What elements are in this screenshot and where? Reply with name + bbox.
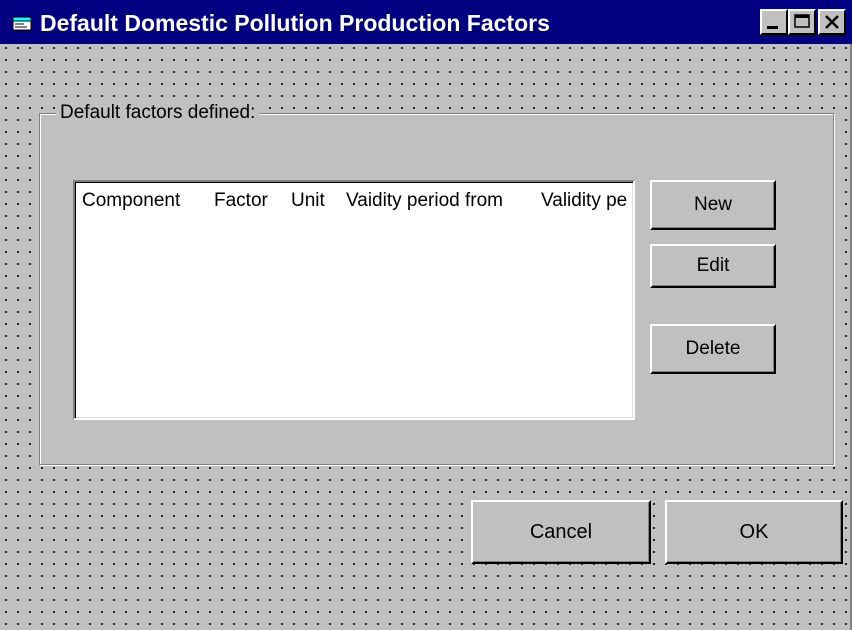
delete-button[interactable]: Delete [650, 324, 776, 374]
column-header-factor[interactable]: Factor [214, 190, 268, 212]
ok-button[interactable]: OK [665, 500, 843, 564]
dialog-window: Default Domestic Pollution Production Fa… [0, 0, 852, 630]
maximize-button[interactable] [788, 9, 816, 35]
title-bar[interactable]: Default Domestic Pollution Production Fa… [0, 0, 852, 44]
maximize-icon [794, 14, 810, 28]
cancel-button[interactable]: Cancel [471, 500, 651, 564]
minimize-button[interactable] [760, 9, 788, 35]
close-icon [825, 15, 839, 29]
new-button[interactable]: New [650, 180, 776, 230]
group-label: Default factors defined: [56, 102, 260, 124]
list-header: Component Factor Unit Vaidity period fro… [75, 182, 633, 222]
column-header-unit[interactable]: Unit [291, 190, 325, 212]
factors-list[interactable]: Component Factor Unit Vaidity period fro… [73, 180, 635, 420]
close-button[interactable] [818, 9, 846, 35]
window-title: Default Domestic Pollution Production Fa… [40, 10, 550, 36]
column-header-component[interactable]: Component [82, 190, 180, 212]
edit-button[interactable]: Edit [650, 244, 776, 288]
column-header-validity-to[interactable]: Validity pe [541, 190, 627, 212]
minimize-icon [767, 26, 778, 29]
column-header-validity-from[interactable]: Vaidity period from [346, 190, 503, 212]
app-window-icon[interactable] [12, 16, 34, 32]
